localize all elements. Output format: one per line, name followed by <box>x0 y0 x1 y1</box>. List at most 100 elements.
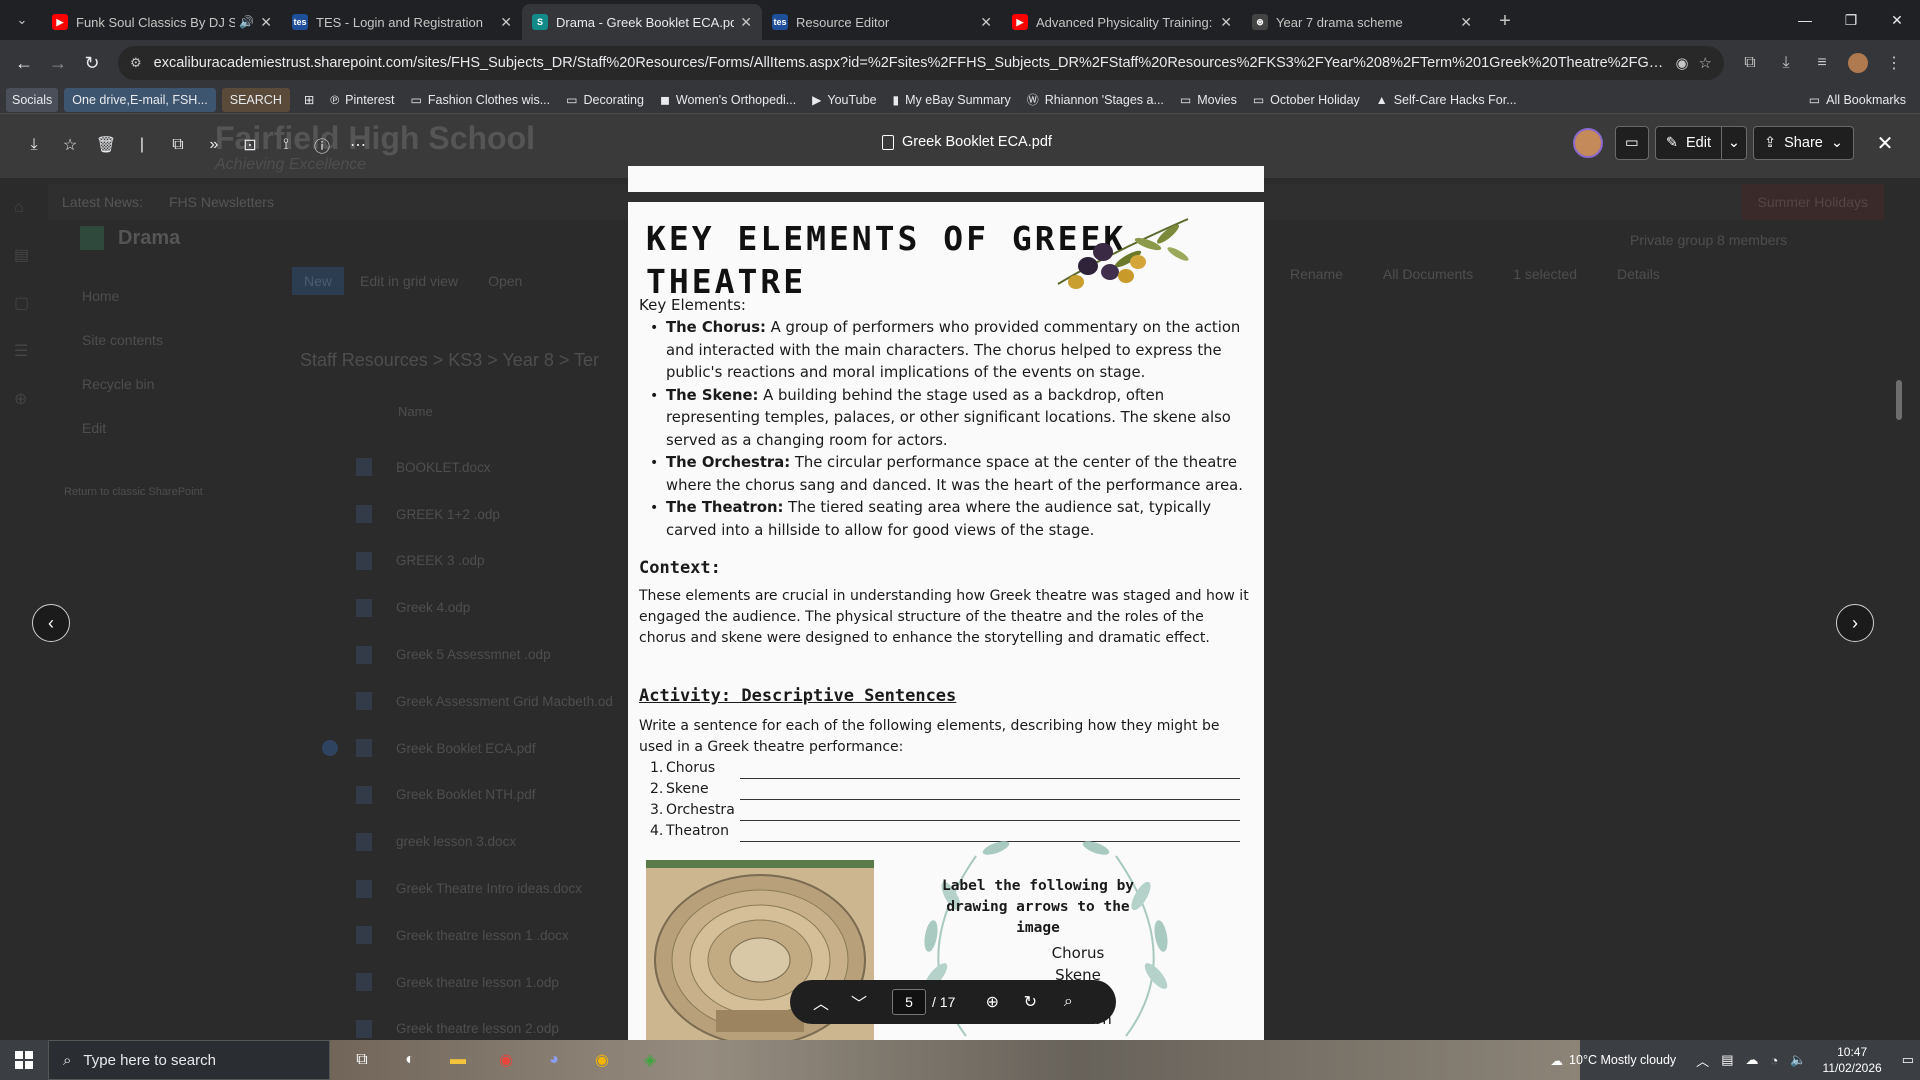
item-number: 4. <box>650 823 664 839</box>
drive-icon: ▲ <box>1375 92 1388 107</box>
chrome-active-icon[interactable]: ◉ <box>578 1040 626 1080</box>
favorite-star-icon[interactable]: ☆ <box>52 130 88 160</box>
close-tab-button[interactable]: ✕ <box>1220 14 1232 31</box>
share-button[interactable]: ⇪ Share ⌄ <box>1752 126 1854 160</box>
back-button[interactable]: ← <box>8 47 40 79</box>
rotate-icon[interactable]: ↻ <box>1011 986 1049 1018</box>
tab-search-button[interactable]: ⌄ <box>8 6 36 34</box>
address-bar[interactable]: ⚙ excaliburacademiestrust.sharepoint.com… <box>118 46 1724 80</box>
extensions-icon[interactable]: ⧉ <box>1732 47 1768 79</box>
bookmark-item[interactable]: ▭ October Holiday <box>1245 88 1368 112</box>
task-view-icon[interactable]: ⧉ <box>338 1040 386 1080</box>
browser-tab[interactable]: ▶ Advanced Physicality Training: C ✕ <box>1002 4 1242 40</box>
forward-button[interactable]: → <box>42 47 74 79</box>
bookmarks-bar: Socials One drive,E-mail, FSH... SEARCH ⊞ ℗ P… <box>0 86 1920 114</box>
audio-playing-icon[interactable]: 🔊 <box>239 15 254 29</box>
close-window-button[interactable]: ✕ <box>1874 0 1920 40</box>
bookmark-item[interactable]: ℗ Pinterest <box>322 88 402 112</box>
search-icon[interactable]: ⌕ <box>1049 986 1087 1018</box>
profile-avatar[interactable] <box>1840 47 1876 79</box>
info-icon[interactable]: ⓘ <box>304 130 340 160</box>
copy-icon[interactable]: ⧉ <box>160 130 196 160</box>
onedrive-icon[interactable]: ☁ <box>1745 1052 1758 1068</box>
next-page-button[interactable]: ﹀ <box>840 986 878 1018</box>
lock-icon[interactable]: ⊡ <box>232 130 268 160</box>
answer-line: 3. Orchestra <box>650 800 1240 821</box>
site-info-icon[interactable]: ⚙ <box>130 55 142 71</box>
copilot-icon[interactable]: ◐ <box>386 1040 434 1080</box>
close-tab-button[interactable]: ✕ <box>260 14 272 31</box>
close-tab-button[interactable]: ✕ <box>1460 14 1472 31</box>
discord-icon[interactable]: ◕ <box>530 1040 578 1080</box>
browser-tab[interactable]: ▶ Funk Soul Classics By DJ Sm 🔊 ✕ <box>42 4 282 40</box>
bookmark-item[interactable]: SEARCH <box>221 87 290 112</box>
previous-page-button[interactable]: ︿ <box>802 986 840 1018</box>
bookmark-item[interactable]: ▭ Decorating <box>558 88 652 112</box>
browser-tab[interactable]: ⊛ Year 7 drama scheme ✕ <box>1242 4 1482 40</box>
close-tab-button[interactable]: ✕ <box>500 14 512 31</box>
close-viewer-button[interactable]: ✕ <box>1868 126 1902 160</box>
restore-button[interactable]: ❐ <box>1828 0 1874 40</box>
bookmark-star-icon[interactable]: ☆ <box>1699 54 1712 72</box>
show-hidden-icons[interactable]: ︿ <box>1696 1051 1709 1070</box>
home-icon: ⌂ <box>14 199 24 216</box>
user-avatar[interactable] <box>1572 128 1603 158</box>
new-label: New <box>304 273 333 289</box>
browser-tab[interactable]: S Drama - Greek Booklet ECA.pdf ✕ <box>522 4 762 40</box>
view-label: All Documents <box>1382 266 1474 282</box>
browser-tab[interactable]: tes TES - Login and Registration ✕ <box>282 4 522 40</box>
bookmark-item[interactable]: Ⓦ Rhiannon 'Stages a... <box>1019 88 1172 112</box>
comments-button[interactable]: ▭ <box>1614 126 1649 160</box>
move-icon[interactable]: » <box>196 130 232 160</box>
volume-icon[interactable]: 🔈 <box>1790 1052 1806 1068</box>
page-number-input[interactable]: 5 <box>892 989 926 1015</box>
grid-view-label: Edit in grid view <box>360 273 459 289</box>
next-file-button[interactable]: › <box>1836 604 1874 642</box>
apps-grid-icon[interactable]: ⊞ <box>296 88 322 112</box>
start-button[interactable] <box>0 1040 48 1080</box>
edit-options-button[interactable]: ⌄ <box>1720 126 1747 160</box>
close-tab-button[interactable]: ✕ <box>980 14 992 31</box>
download-icon[interactable]: ⤓ <box>1768 47 1804 79</box>
file-explorer-icon[interactable]: ▬ <box>434 1040 482 1080</box>
bookmark-item[interactable]: ◼ Women's Orthopedi... <box>652 88 804 112</box>
wifi-icon[interactable]: ◔ <box>1770 1053 1778 1068</box>
clock[interactable]: 10:47 11/02/2026 <box>1823 1044 1882 1076</box>
download-icon[interactable]: ⤓ <box>16 130 52 160</box>
new-tab-button[interactable]: + <box>1490 6 1520 36</box>
browser-tab[interactable]: tes Resource Editor ✕ <box>762 4 1002 40</box>
network-icon[interactable]: ▤ <box>1721 1052 1733 1068</box>
bookmark-item[interactable]: ▭ Movies <box>1172 88 1245 112</box>
zoom-in-icon[interactable]: ⊕ <box>973 986 1011 1018</box>
taskbar-search-input[interactable]: ⌕ Type here to search <box>48 1040 330 1080</box>
minimize-button[interactable]: — <box>1782 0 1828 40</box>
bookmark-item[interactable]: ▭ Fashion Clothes wis... <box>403 88 559 112</box>
viewer-scrollbar[interactable] <box>1896 380 1902 420</box>
weather-widget[interactable]: ☁ 10°C Mostly cloudy <box>1551 1053 1677 1068</box>
pin-icon[interactable]: ⟟ <box>268 130 304 160</box>
tab-title: Resource Editor <box>796 14 890 30</box>
file-icon <box>356 973 372 992</box>
delete-icon[interactable]: 🗑 <box>88 130 124 160</box>
more-icon[interactable]: ⋯ <box>340 130 376 160</box>
chrome-icon[interactable]: ◉ <box>482 1040 530 1080</box>
media-control-icon[interactable]: ≡ <box>1804 47 1840 79</box>
notification-icon[interactable]: ▭ <box>1902 1052 1914 1068</box>
edit-button[interactable]: ✎ Edit <box>1654 126 1721 160</box>
writing-rule <box>740 765 1240 779</box>
all-bookmarks-button[interactable]: ▭ All Bookmarks <box>1801 88 1914 112</box>
tracking-icon[interactable]: ◉ <box>1675 54 1688 72</box>
close-tab-button[interactable]: ✕ <box>740 14 752 31</box>
menu-icon[interactable]: ⋮ <box>1876 47 1912 79</box>
bookmark-item[interactable]: ▲ Self-Care Hacks For... <box>1368 88 1525 112</box>
reload-button[interactable]: ↻ <box>76 47 108 79</box>
key-elements-label: Key Elements: <box>639 296 746 314</box>
bookmark-item[interactable]: Socials <box>6 87 59 112</box>
previous-file-button[interactable]: ‹ <box>32 604 70 642</box>
nav-edit: Edit <box>82 420 107 436</box>
bookmark-item[interactable]: ▮ My eBay Summary <box>885 88 1019 112</box>
game-icon[interactable]: ◈ <box>626 1040 674 1080</box>
file-name: Greek Theatre Intro ideas.docx <box>396 881 582 897</box>
bookmark-item[interactable]: ▶ YouTube <box>804 88 884 112</box>
bookmark-item[interactable]: One drive,E-mail, FSH... <box>64 87 216 112</box>
